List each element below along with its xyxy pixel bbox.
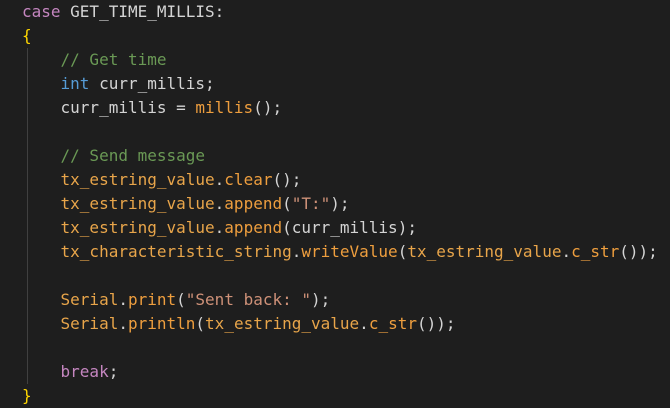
code-line[interactable]: Serial.print("Sent back: "); — [0, 288, 670, 312]
code-line[interactable]: curr_millis = millis(); — [0, 96, 670, 120]
code-token-punctuation — [22, 74, 61, 93]
code-line[interactable]: // Get time — [0, 48, 670, 72]
code-line[interactable]: tx_estring_value.append(curr_millis); — [0, 216, 670, 240]
code-line[interactable]: case GET_TIME_MILLIS: — [0, 0, 670, 24]
code-token-member-variable: Serial — [60, 314, 119, 333]
code-token-punctuation: ; — [108, 362, 119, 381]
code-line[interactable]: tx_characteristic_string.writeValue(tx_e… — [0, 240, 670, 264]
code-token-orange-function: append — [224, 194, 283, 213]
code-token-punctuation: (); — [253, 98, 283, 117]
code-token-punctuation: . — [291, 242, 302, 261]
code-token-punctuation: . — [214, 218, 225, 237]
code-token-member-variable: tx_estring_value — [60, 170, 215, 189]
code-token-orange-function: append — [224, 218, 283, 237]
code-line[interactable]: tx_estring_value.clear(); — [0, 168, 670, 192]
code-token-punctuation: . — [118, 290, 128, 309]
code-token-brace: } — [22, 386, 32, 405]
code-line[interactable]: tx_estring_value.append("T:"); — [0, 192, 670, 216]
code-token-string: "T:" — [291, 194, 331, 213]
code-token-punctuation: . — [561, 242, 572, 261]
code-token-punctuation: GET_TIME_MILLIS: — [60, 2, 225, 21]
code-token-punctuation: ); — [330, 194, 350, 213]
code-line[interactable]: { — [0, 24, 670, 48]
code-token-punctuation — [22, 218, 61, 237]
code-token-punctuation: (curr_millis); — [282, 218, 417, 237]
code-token-punctuation: . — [359, 314, 369, 333]
code-token-member-variable: tx_estring_value — [60, 218, 215, 237]
code-line[interactable]: int curr_millis; — [0, 72, 670, 96]
code-token-comment: // Get time — [60, 50, 167, 69]
code-token-orange-function: print — [127, 290, 177, 309]
code-line[interactable]: break; — [0, 360, 670, 384]
code-token-comment: // Send message — [60, 146, 206, 165]
code-line[interactable]: // Send message — [0, 144, 670, 168]
code-token-control-keyword: break — [60, 362, 109, 381]
code-line[interactable] — [0, 336, 670, 360]
code-token-punctuation: . — [214, 170, 225, 189]
code-token-control-keyword: case — [22, 2, 61, 21]
code-token-punctuation — [22, 146, 61, 165]
code-editor[interactable]: case GET_TIME_MILLIS: { // Get time int c… — [0, 0, 670, 408]
code-token-string: "Sent back: " — [185, 290, 312, 309]
code-line[interactable]: Serial.println(tx_estring_value.c_str())… — [0, 312, 670, 336]
code-token-member-variable: tx_characteristic_string — [60, 242, 292, 261]
code-token-punctuation — [22, 242, 61, 261]
code-token-punctuation: ()); — [416, 314, 456, 333]
code-token-punctuation: ( — [195, 314, 206, 333]
code-line[interactable]: } — [0, 384, 670, 408]
code-token-orange-function: c_str — [571, 242, 620, 261]
code-token-orange-function: writeValue — [301, 242, 398, 261]
code-token-punctuation: ); — [311, 290, 331, 309]
code-line[interactable] — [0, 120, 670, 144]
code-token-punctuation — [22, 170, 61, 189]
code-token-orange-function: println — [127, 314, 196, 333]
code-token-punctuation: curr_millis = — [22, 98, 196, 117]
code-token-punctuation: curr_millis; — [89, 74, 215, 93]
code-token-member-variable: tx_estring_value — [205, 314, 360, 333]
code-token-punctuation — [22, 314, 61, 333]
code-token-member-variable: tx_estring_value — [60, 194, 215, 213]
code-token-orange-function: c_str — [368, 314, 417, 333]
code-token-member-variable: tx_estring_value — [407, 242, 562, 261]
code-token-brace: { — [22, 26, 32, 45]
code-token-punctuation: ( — [397, 242, 408, 261]
code-token-punctuation: . — [214, 194, 225, 213]
code-token-punctuation: ( — [282, 194, 292, 213]
code-token-punctuation — [22, 50, 61, 69]
code-token-orange-function: millis — [195, 98, 254, 117]
code-token-punctuation — [22, 290, 61, 309]
code-token-keyword: int — [60, 74, 90, 93]
code-token-punctuation: . — [118, 314, 128, 333]
code-token-punctuation — [22, 194, 61, 213]
code-line[interactable] — [0, 264, 670, 288]
code-token-orange-function: clear — [224, 170, 273, 189]
code-token-punctuation: ()); — [619, 242, 658, 261]
code-token-punctuation: (); — [272, 170, 302, 189]
code-token-member-variable: Serial — [60, 290, 119, 309]
code-token-punctuation — [22, 362, 61, 381]
code-token-punctuation: ( — [176, 290, 186, 309]
